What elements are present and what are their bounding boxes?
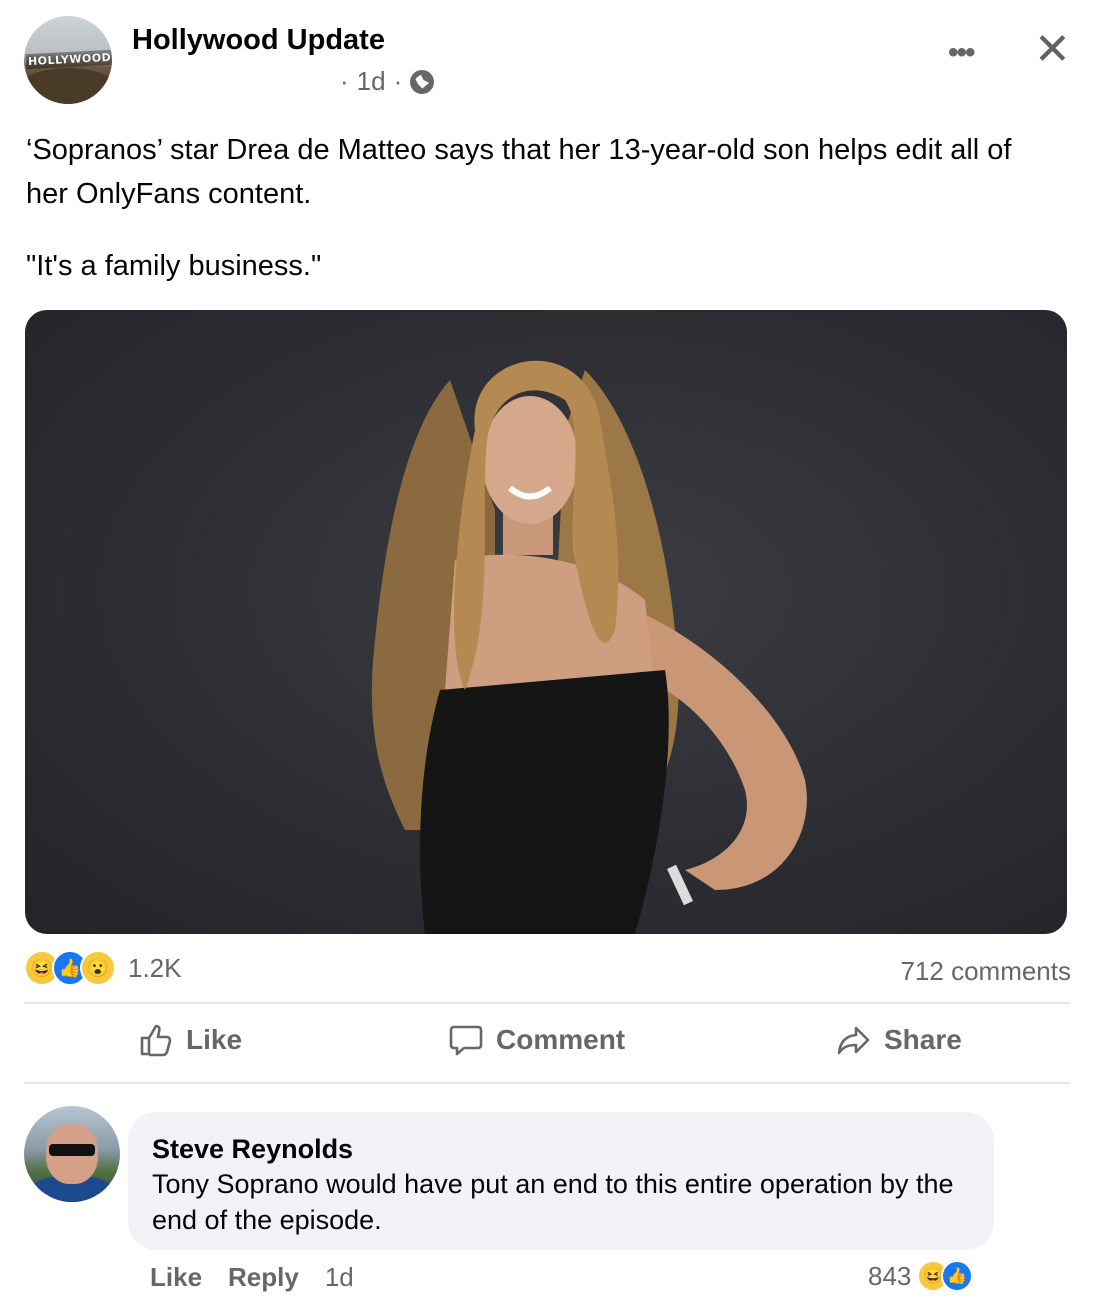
comment-time[interactable]: 1d — [325, 1262, 354, 1293]
share-button[interactable]: Share — [836, 1022, 962, 1058]
globe-icon — [410, 69, 435, 94]
meta-separator-2: · — [393, 66, 403, 96]
comment-icon — [449, 1025, 483, 1056]
comment-reactions[interactable]: 843 😆 👍 — [868, 1260, 974, 1292]
more-options-icon[interactable]: ••• — [948, 36, 975, 70]
comments-count-link[interactable]: 712 comments — [900, 956, 1071, 987]
like-icon: 👍 — [941, 1260, 974, 1292]
reaction-count: 1.2K — [128, 952, 182, 983]
page-name-link[interactable]: Hollywood Update — [132, 24, 385, 57]
meta-separator: · — [340, 66, 349, 96]
commenter-avatar[interactable] — [24, 1106, 120, 1202]
share-icon — [837, 1026, 870, 1055]
thumbs-up-icon — [140, 1024, 172, 1057]
comment-author[interactable]: Steve Reynolds — [152, 1132, 970, 1166]
comment-like-button[interactable]: Like — [150, 1262, 202, 1293]
comment-button[interactable]: Comment — [448, 1022, 625, 1058]
like-button[interactable]: Like — [138, 1022, 242, 1058]
post-meta: · 1d · — [340, 66, 435, 97]
hollywood-sign-logo: HOLLYWOOD — [25, 49, 112, 70]
comment-bubble: Steve Reynolds Tony Soprano would have p… — [128, 1112, 994, 1250]
photo-illustration — [371, 360, 807, 934]
post-quote: "It's a family business." — [26, 250, 322, 282]
page-avatar[interactable]: HOLLYWOOD — [24, 16, 112, 104]
avatar-sunglasses — [49, 1144, 95, 1156]
post-text: ‘Sopranos’ star Drea de Matteo says that… — [26, 134, 1012, 210]
comment-actions: Like Reply 1d — [150, 1262, 354, 1293]
divider-bottom — [24, 1082, 1070, 1084]
close-icon[interactable]: ✕ — [1034, 28, 1071, 72]
comment-reply-button[interactable]: Reply — [228, 1262, 299, 1293]
reaction-summary[interactable]: 😆 👍 😮 1.2K — [24, 950, 182, 986]
comment-reaction-count: 843 — [868, 1260, 912, 1291]
post-time[interactable]: 1d — [357, 66, 386, 97]
post-photo[interactable] — [25, 310, 1067, 934]
share-label: Share — [884, 1024, 962, 1055]
like-label: Like — [186, 1024, 243, 1055]
divider-top — [24, 1002, 1070, 1004]
wow-icon: 😮 — [80, 950, 116, 986]
avatar-hill — [24, 68, 112, 104]
comment-text: Tony Soprano would have put an end to th… — [152, 1169, 954, 1235]
comment-label: Comment — [496, 1024, 626, 1055]
